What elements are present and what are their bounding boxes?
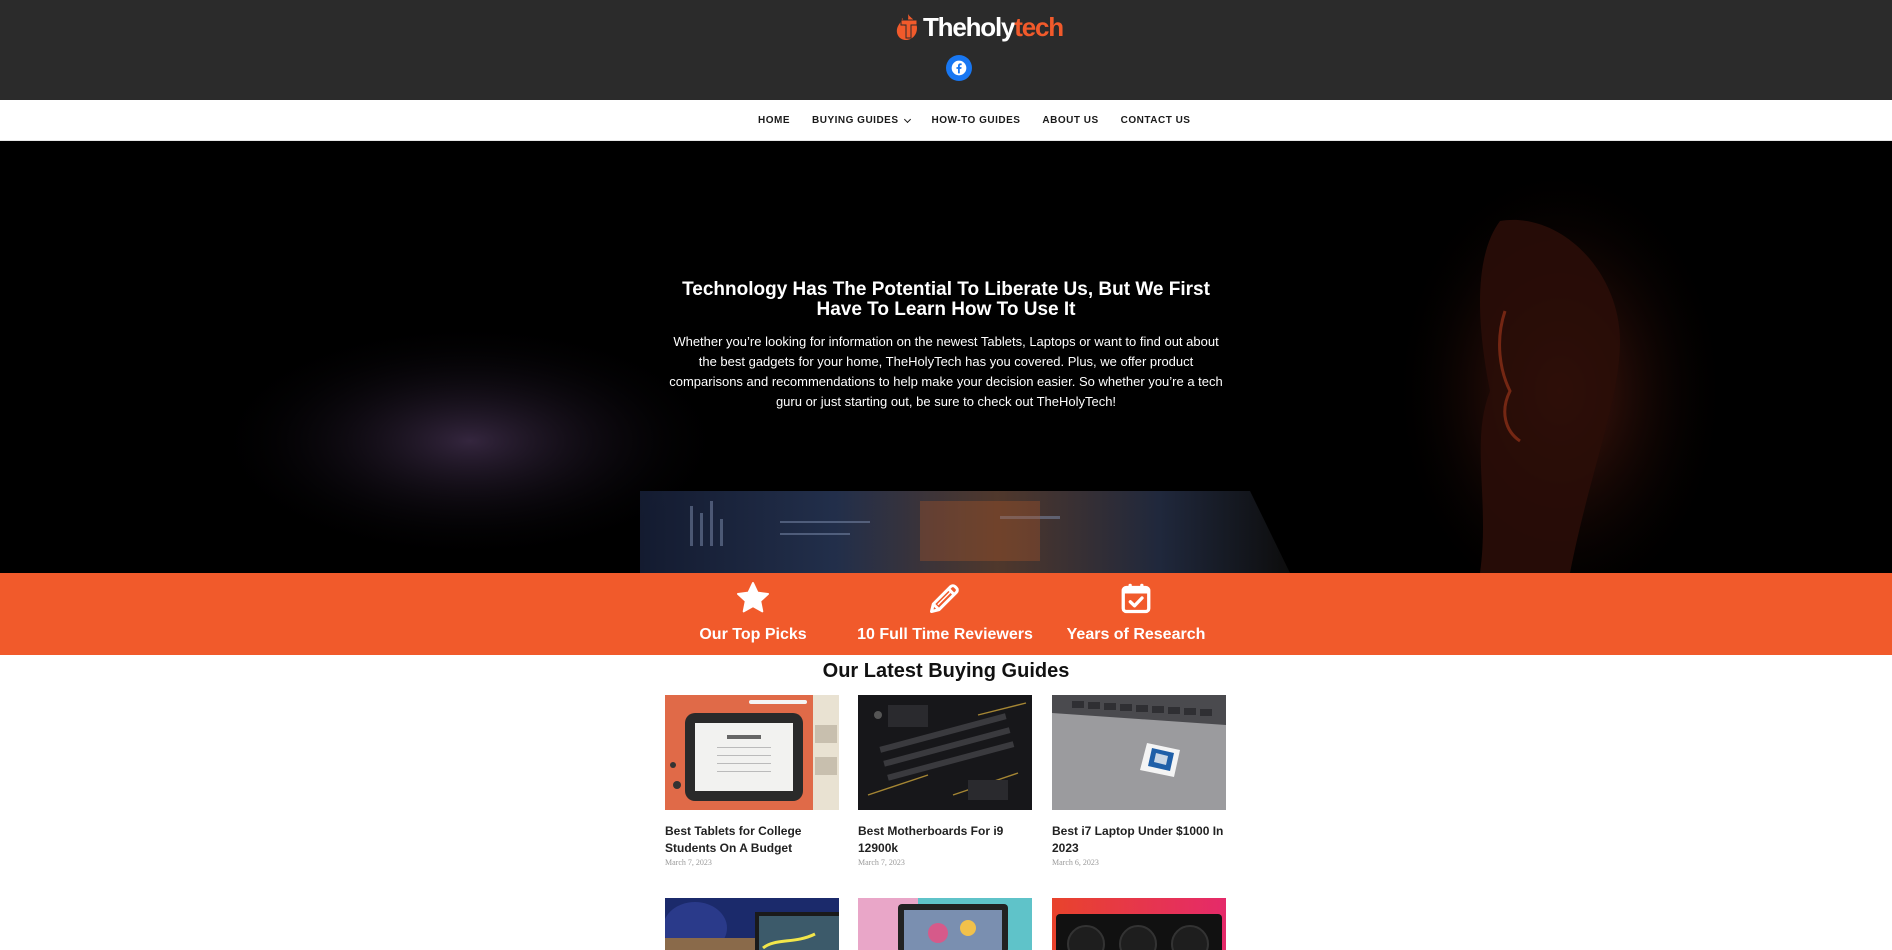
post-card: Best Motherboards For i9 12900k March 7,… bbox=[858, 695, 1032, 867]
nav-item-label: ABOUT US bbox=[1042, 115, 1099, 126]
hero-title: Technology Has The Potential To Liberate… bbox=[682, 279, 1210, 320]
main-navigation: HOME BUYING GUIDES HOW-TO GUIDES ABOUT U… bbox=[0, 100, 1892, 141]
nav-item-contact-us[interactable]: CONTACT US bbox=[1121, 115, 1191, 126]
post-title[interactable]: Best Tablets for College Students On A B… bbox=[665, 823, 839, 857]
feature-label: Years of Research bbox=[1066, 626, 1206, 643]
site-header: Theholytech bbox=[0, 0, 1892, 100]
nav-item-buying-guides[interactable]: BUYING GUIDES bbox=[812, 115, 911, 126]
logo-text-accent: tech bbox=[1014, 12, 1064, 42]
post-title[interactable]: Best Motherboards For i9 12900k bbox=[858, 823, 1032, 857]
post-date: March 7, 2023 bbox=[665, 858, 712, 867]
logo-text: Theholytech bbox=[923, 12, 1064, 42]
post-thumbnail[interactable] bbox=[1052, 695, 1226, 810]
nav-item-label: BUYING GUIDES bbox=[812, 115, 899, 126]
tablet-art-photo bbox=[858, 898, 1032, 950]
pencil-icon bbox=[925, 579, 965, 617]
feature-reviewers: 10 Full Time Reviewers bbox=[856, 573, 1034, 655]
post-thumbnail[interactable] bbox=[1052, 898, 1226, 950]
post-title[interactable]: Best i7 Laptop Under $1000 In 2023 bbox=[1052, 823, 1226, 857]
cooler-fans-photo bbox=[1052, 898, 1226, 950]
nav-item-label: CONTACT US bbox=[1120, 115, 1191, 126]
nav-menu: HOME BUYING GUIDES HOW-TO GUIDES ABOUT U… bbox=[758, 100, 1190, 141]
motherboard-photo bbox=[858, 695, 1032, 810]
post-date: March 6, 2023 bbox=[1052, 858, 1099, 867]
chevron-down-icon bbox=[903, 115, 911, 123]
nav-item-label: HOME bbox=[758, 115, 790, 126]
post-thumbnail[interactable] bbox=[858, 898, 1032, 950]
post-card: Best Tablets for College Students On A B… bbox=[665, 695, 839, 867]
post-card: Best i7 Laptop Under $1000 In 2023 March… bbox=[1052, 695, 1226, 867]
features-band: Our Top Picks 10 Full Time Reviewers Yea… bbox=[0, 573, 1892, 655]
feature-top-picks: Our Top Picks bbox=[693, 573, 813, 655]
nav-item-how-to-guides[interactable]: HOW-TO GUIDES bbox=[932, 115, 1021, 126]
section-heading: Our Latest Buying Guides bbox=[822, 660, 1070, 682]
feature-research: Years of Research bbox=[1064, 573, 1208, 655]
facebook-link[interactable] bbox=[946, 55, 972, 81]
logo-flame-icon bbox=[896, 14, 918, 40]
facebook-icon bbox=[951, 60, 967, 76]
logo-text-primary: Theholy bbox=[923, 12, 1015, 42]
star-icon bbox=[733, 579, 773, 617]
tablet-photo bbox=[665, 695, 839, 810]
hero-description: Whether you’re looking for information o… bbox=[669, 334, 1223, 409]
post-thumbnail[interactable] bbox=[858, 695, 1032, 810]
calendar-check-icon bbox=[1116, 579, 1156, 617]
post-thumbnail[interactable] bbox=[665, 695, 839, 810]
post-thumbnail[interactable] bbox=[665, 898, 839, 950]
nav-item-about-us[interactable]: ABOUT US bbox=[1042, 115, 1098, 126]
hero-section: Technology Has The Potential To Liberate… bbox=[0, 141, 1892, 573]
site-logo[interactable]: Theholytech bbox=[893, 10, 1064, 44]
feature-label: Our Top Picks bbox=[699, 626, 807, 643]
post-date: March 7, 2023 bbox=[858, 858, 905, 867]
nav-item-label: HOW-TO GUIDES bbox=[931, 115, 1021, 126]
laptop-photo bbox=[1052, 695, 1226, 810]
nav-item-home[interactable]: HOME bbox=[758, 115, 790, 126]
gaming-setup-photo bbox=[665, 898, 839, 950]
feature-label: 10 Full Time Reviewers bbox=[857, 626, 1033, 643]
